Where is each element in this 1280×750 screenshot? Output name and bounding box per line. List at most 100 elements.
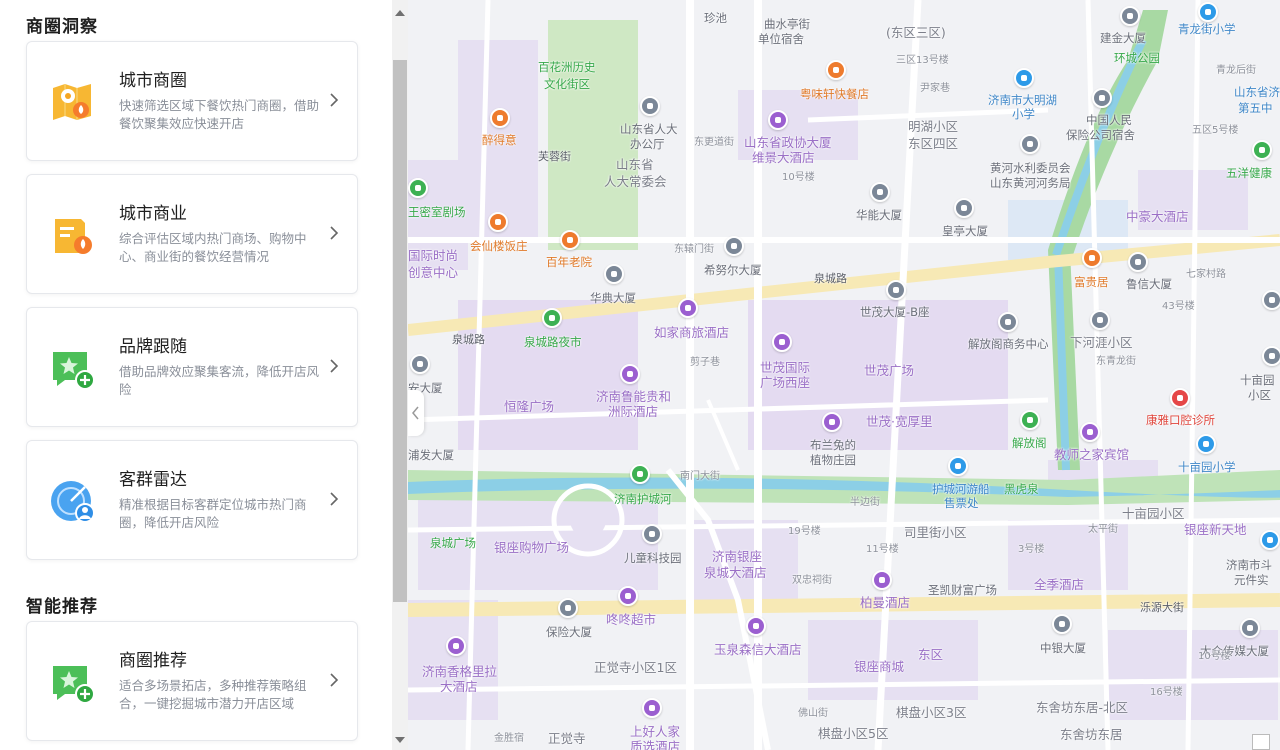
poi-pin-building-icon[interactable] <box>886 280 906 300</box>
map-label[interactable]: 售票处 <box>944 497 979 510</box>
poi-pin-scenic-icon[interactable] <box>630 464 650 484</box>
poi-pin-hotel-icon[interactable] <box>768 110 788 130</box>
map-label[interactable]: 东青龙街 <box>1096 355 1136 368</box>
poi-pin-building-icon[interactable] <box>410 354 430 374</box>
map-label[interactable]: 三区13号楼 <box>896 54 949 67</box>
map-label[interactable]: 济南市大明湖 <box>988 94 1057 107</box>
poi-pin-entertainment-icon[interactable] <box>408 178 428 198</box>
map-label[interactable]: 百花洲历史 <box>538 61 596 74</box>
poi-pin-building-icon[interactable] <box>1090 310 1110 330</box>
poi-pin-hotel-icon[interactable] <box>620 364 640 384</box>
poi-pin-building-icon[interactable] <box>870 182 890 202</box>
card-city-commerce[interactable]: 城市商业 综合评估区域内热门商场、购物中心、商业街的餐饮经营情况 <box>26 174 358 294</box>
map-label[interactable]: 黄河水利委员会 <box>990 162 1071 175</box>
poi-pin-hotel-icon[interactable] <box>1080 422 1100 442</box>
map-label[interactable]: 银座新天地 <box>1184 523 1247 536</box>
poi-pin-building-icon[interactable] <box>1120 6 1140 26</box>
map-label[interactable]: 曲水亭街 <box>764 18 810 31</box>
map-label[interactable]: 上好人家 <box>630 725 680 738</box>
poi-pin-food-icon[interactable] <box>490 108 510 128</box>
map-label[interactable]: 太平街 <box>1088 523 1118 536</box>
map-label[interactable]: 珍池 <box>704 12 727 25</box>
map-label[interactable]: 世茂大厦-B座 <box>860 306 930 319</box>
map-label[interactable]: 东舍坊东居-北区 <box>1036 701 1128 714</box>
map-label[interactable]: 保险大厦 <box>546 626 592 639</box>
map-label[interactable]: 泉城路 <box>814 272 847 285</box>
poi-pin-scenic-icon[interactable] <box>1020 410 1040 430</box>
poi-pin-shop-icon[interactable] <box>618 586 638 606</box>
map-label[interactable]: 儿童科技园 <box>624 552 682 565</box>
poi-pin-hotel-icon[interactable] <box>872 570 892 590</box>
poi-pin-building-icon[interactable] <box>724 236 744 256</box>
map-label[interactable]: 办公厅 <box>630 138 665 151</box>
map-label[interactable]: 解放阁 <box>1012 437 1047 450</box>
map-label[interactable]: 咚咚超市 <box>606 613 656 626</box>
map-label[interactable]: 华典大厦 <box>590 292 636 305</box>
map-label[interactable]: 小区 <box>1248 389 1271 402</box>
map-label[interactable]: 维景大酒店 <box>752 151 815 164</box>
map-label[interactable]: 五区5号楼 <box>1192 124 1238 137</box>
map-label[interactable]: 解放阁商务中心 <box>968 338 1049 351</box>
map-label[interactable]: 山东省济 <box>1234 86 1280 99</box>
map-label[interactable]: 东区四区 <box>908 137 958 150</box>
map-label[interactable]: 单位宿舍 <box>758 33 804 46</box>
map-label[interactable]: 大酒店 <box>440 680 478 693</box>
poi-pin-mall-icon[interactable] <box>772 332 792 352</box>
map-label[interactable]: 圣凯财富广场 <box>928 584 997 597</box>
poi-pin-school-icon[interactable] <box>1198 2 1218 22</box>
map-label[interactable]: (东区三区) <box>886 26 946 39</box>
scroll-thumb[interactable] <box>393 60 407 602</box>
map-label[interactable]: 粤味轩快餐店 <box>800 88 869 101</box>
map-label[interactable]: 第五中 <box>1238 102 1273 115</box>
map-label[interactable]: 希努尔大厦 <box>704 264 762 277</box>
map-label[interactable]: 中豪大酒店 <box>1126 210 1189 223</box>
poi-pin-school-icon[interactable] <box>1014 68 1034 88</box>
map-label[interactable]: 正觉寺 <box>548 732 586 745</box>
map-label[interactable]: 东区 <box>918 648 943 661</box>
poi-pin-building-icon[interactable] <box>1262 346 1280 366</box>
map-label[interactable]: 泉城广场 <box>430 537 476 550</box>
map-label[interactable]: 十亩园 <box>1240 374 1275 387</box>
map-label[interactable]: 华能大厦 <box>856 209 902 222</box>
card-brand-follow[interactable]: 品牌跟随 借助品牌效应聚集客流，降低开店风险 <box>26 307 358 427</box>
map-label[interactable]: 16号楼 <box>1150 686 1183 699</box>
map-label[interactable]: 中银大厦 <box>1040 642 1086 655</box>
map-label[interactable]: 泺源大街 <box>1140 601 1184 614</box>
map-label[interactable]: 世茂国际 <box>760 361 810 374</box>
map-label[interactable]: 泉城路 <box>452 333 485 346</box>
map-label[interactable]: 富贵居 <box>1074 276 1109 289</box>
poi-pin-food-icon[interactable] <box>826 60 846 80</box>
map-label[interactable]: 43号楼 <box>1162 300 1195 313</box>
map-label[interactable]: 元件实 <box>1234 574 1269 587</box>
map-label[interactable]: 广场西座 <box>760 376 810 389</box>
map-label[interactable]: 棋盘小区3区 <box>896 706 966 719</box>
poi-pin-health-icon[interactable] <box>1252 140 1272 160</box>
map-label[interactable]: 保险公司宿舍 <box>1066 129 1135 142</box>
map-label[interactable]: 东辕门街 <box>674 243 714 256</box>
map-label[interactable]: 十亩园小学 <box>1178 461 1236 474</box>
poi-pin-hotel-icon[interactable] <box>746 616 766 636</box>
poi-pin-dental-icon[interactable] <box>1170 388 1190 408</box>
map-label[interactable]: 尹家巷 <box>920 82 950 95</box>
map-label[interactable]: 11号楼 <box>866 543 899 556</box>
poi-pin-building-icon[interactable] <box>1128 252 1148 272</box>
map-label[interactable]: 山东省人大 <box>620 123 678 136</box>
map-label[interactable]: 黑虎泉 <box>1004 483 1039 496</box>
map-label[interactable]: 银座购物广场 <box>494 541 569 554</box>
poi-pin-building-icon[interactable] <box>954 198 974 218</box>
poi-pin-building-icon[interactable] <box>640 96 660 116</box>
map-label[interactable]: 创意中心 <box>408 266 458 279</box>
poi-pin-school-icon[interactable] <box>1196 434 1216 454</box>
poi-pin-bus-icon[interactable] <box>1260 530 1280 550</box>
map-label[interactable]: 皇亭大厦 <box>942 225 988 238</box>
map-label[interactable]: 泉城路夜市 <box>524 336 582 349</box>
poi-pin-scenic-icon[interactable] <box>542 308 562 328</box>
map-layers-icon[interactable] <box>1252 734 1270 750</box>
map-label[interactable]: 玉泉森信大酒店 <box>714 643 802 656</box>
map-view[interactable]: 珍池 曲水亭街 单位宿舍 (东区三区) 三区13号楼 建金大厦 青龙街小学 百花… <box>408 0 1280 750</box>
poi-pin-building-icon[interactable] <box>998 312 1018 332</box>
map-label[interactable]: 半边街 <box>850 496 880 509</box>
card-city-district[interactable]: 城市商圈 快速筛选区域下餐饮热门商圈，借助餐饮聚集效应快速开店 <box>26 41 358 161</box>
map-label[interactable]: 柏曼酒店 <box>860 596 910 609</box>
map-label[interactable]: 布兰兔的 <box>810 439 856 452</box>
